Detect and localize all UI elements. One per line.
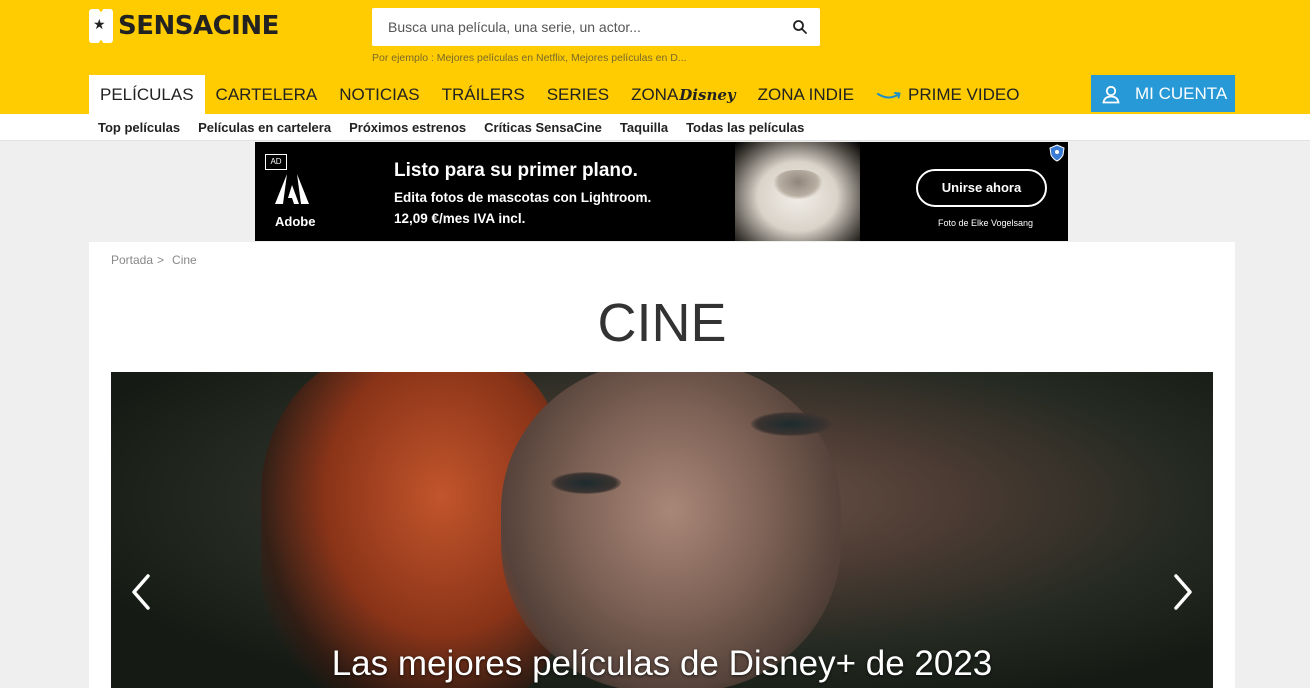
nav-item-trailers[interactable]: TRÁILERS <box>431 75 536 114</box>
subnav-top-peliculas[interactable]: Top películas <box>98 120 180 135</box>
ad-line-1: Edita fotos de mascotas con Lightroom. <box>394 190 652 205</box>
ad-photo-credit: Foto de Elke Vogelsang <box>938 218 1034 228</box>
main-nav: PELÍCULAS CARTELERA NOTICIAS TRÁILERS SE… <box>89 75 1030 114</box>
breadcrumb-separator: > <box>157 253 165 267</box>
nav-item-series[interactable]: SERIES <box>536 75 620 114</box>
nav-item-noticias[interactable]: NOTICIAS <box>328 75 430 114</box>
nav-item-cartelera[interactable]: CARTELERA <box>205 75 329 114</box>
search-box <box>372 8 820 46</box>
hero-carousel[interactable]: Las mejores películas de Disney+ de 2023 <box>111 372 1213 688</box>
hero-image-eye <box>551 472 621 494</box>
search-hint: Por ejemplo : Mejores películas en Netfl… <box>372 52 687 64</box>
breadcrumb: Portada > Cine <box>111 253 197 267</box>
main-content: Portada > Cine CINE Las mejores película… <box>89 242 1235 688</box>
ad-brand: Adobe <box>275 214 316 229</box>
subnav-todas[interactable]: Todas las películas <box>686 120 804 135</box>
breadcrumb-current: Cine <box>172 253 197 267</box>
amazon-smile-icon <box>876 91 901 98</box>
adchoices-shield-icon[interactable] <box>1048 144 1066 162</box>
carousel-next-icon[interactable] <box>1168 572 1198 612</box>
subnav-criticas[interactable]: Críticas SensaCine <box>484 120 602 135</box>
page-title: CINE <box>597 293 727 353</box>
ad-line-2: 12,09 €/mes IVA incl. <box>394 211 526 226</box>
sub-nav: Top películas Películas en cartelera Pró… <box>0 114 1310 141</box>
subnav-proximos-estrenos[interactable]: Próximos estrenos <box>349 120 466 135</box>
user-icon <box>1102 85 1120 103</box>
search-icon[interactable] <box>792 19 808 35</box>
ad-tag: AD <box>265 154 287 170</box>
sensacine-logo[interactable]: ★ SENSACINE <box>89 9 279 43</box>
nav-item-zona-indie[interactable]: ZONA INDIE <box>747 75 865 114</box>
ad-headline: Listo para su primer plano. <box>394 160 638 181</box>
hero-caption[interactable]: Las mejores películas de Disney+ de 2023 <box>111 644 1213 684</box>
zona-label: ZONA <box>631 84 679 104</box>
ticket-star-icon: ★ <box>89 9 113 43</box>
account-label: MI CUENTA <box>1135 83 1228 103</box>
carousel-prev-icon[interactable] <box>126 572 156 612</box>
logo-text: SENSACINE <box>118 11 279 41</box>
prime-video-label: PRIME VIDEO <box>907 84 1020 104</box>
adobe-a-icon <box>275 174 309 204</box>
nav-item-prime-video[interactable]: PRIME VIDEO <box>865 75 1030 114</box>
adobe-logo: AD Adobe <box>263 152 323 236</box>
hero-image-eye <box>751 412 831 436</box>
ad-banner[interactable]: AD Adobe Listo para su primer plano. Edi… <box>255 142 1068 241</box>
ad-cta-button[interactable]: Unirse ahora <box>916 169 1047 207</box>
site-header: ★ SENSACINE Por ejemplo : Mejores pelícu… <box>0 0 1310 114</box>
disney-logo: Disney <box>679 85 736 104</box>
nav-item-peliculas[interactable]: PELÍCULAS <box>89 75 205 114</box>
nav-item-zona-disney[interactable]: ZONA Disney <box>620 75 747 114</box>
subnav-taquilla[interactable]: Taquilla <box>620 120 668 135</box>
search-input[interactable] <box>372 8 772 46</box>
cat-photo <box>735 142 860 241</box>
account-button[interactable]: MI CUENTA <box>1091 75 1235 112</box>
subnav-cartelera[interactable]: Películas en cartelera <box>198 120 331 135</box>
breadcrumb-home[interactable]: Portada <box>111 253 153 267</box>
